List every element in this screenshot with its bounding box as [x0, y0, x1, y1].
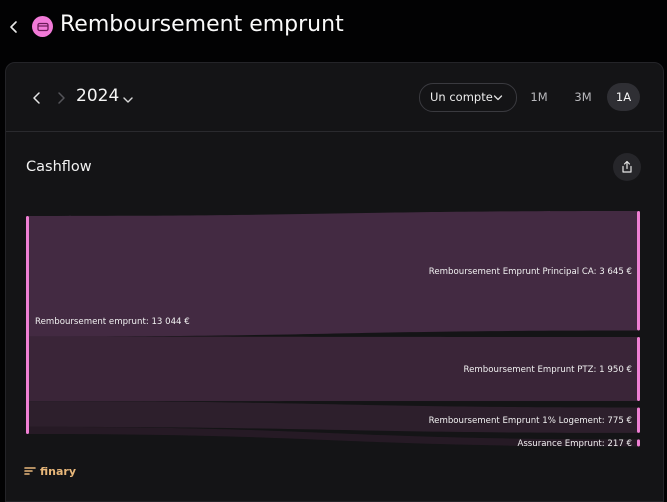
sankey-target-node: [637, 407, 640, 433]
account-select[interactable]: Un compte: [419, 83, 517, 112]
cashflow-panel: 2024 Un compte 1M 3M 1A Cashflow Rembour…: [5, 62, 664, 502]
sankey-target-node: [637, 337, 640, 401]
previous-year-button[interactable]: [28, 87, 46, 109]
top-bar: Remboursement emprunt: [0, 0, 667, 56]
year-selector[interactable]: 2024: [76, 86, 119, 106]
card-title: Cashflow: [26, 159, 92, 175]
sankey-target-node: [637, 211, 640, 331]
account-select-label: Un compte: [430, 90, 493, 104]
share-icon: [622, 160, 632, 173]
range-1a-button[interactable]: 1A: [607, 83, 640, 111]
range-1m-button[interactable]: 1M: [525, 83, 553, 111]
sankey-target-label: Assurance Emprunt: 217 €: [517, 439, 632, 449]
sankey-target-label: Remboursement Emprunt Principal CA: 3 64…: [429, 267, 632, 277]
finary-logo: finary: [24, 464, 76, 478]
chevron-right-icon: [58, 92, 65, 104]
sankey-target-label: Remboursement Emprunt 1% Logement: 775 €: [429, 416, 632, 426]
range-3m-button[interactable]: 3M: [567, 83, 599, 111]
sankey-source-label: Remboursement emprunt: 13 044 €: [35, 317, 190, 327]
sankey-source-node: [26, 216, 29, 434]
back-button[interactable]: [6, 14, 24, 40]
chevron-left-icon: [10, 21, 17, 33]
chevron-down-icon: [493, 95, 503, 101]
next-year-button[interactable]: [53, 87, 71, 109]
divider: [6, 131, 663, 132]
loan-icon: [32, 16, 53, 37]
chevron-down-icon[interactable]: [122, 91, 134, 103]
finary-logo-icon: [24, 467, 36, 475]
sankey-target-node: [637, 439, 640, 447]
page-title: Remboursement emprunt: [60, 12, 344, 37]
sankey-target-label: Remboursement Emprunt PTZ: 1 950 €: [464, 365, 632, 375]
logo-text: finary: [40, 464, 77, 478]
chevron-left-icon: [33, 92, 40, 104]
sankey-chart: Remboursement Emprunt Principal CA: 3 64…: [26, 211, 640, 449]
export-button[interactable]: [613, 153, 641, 181]
